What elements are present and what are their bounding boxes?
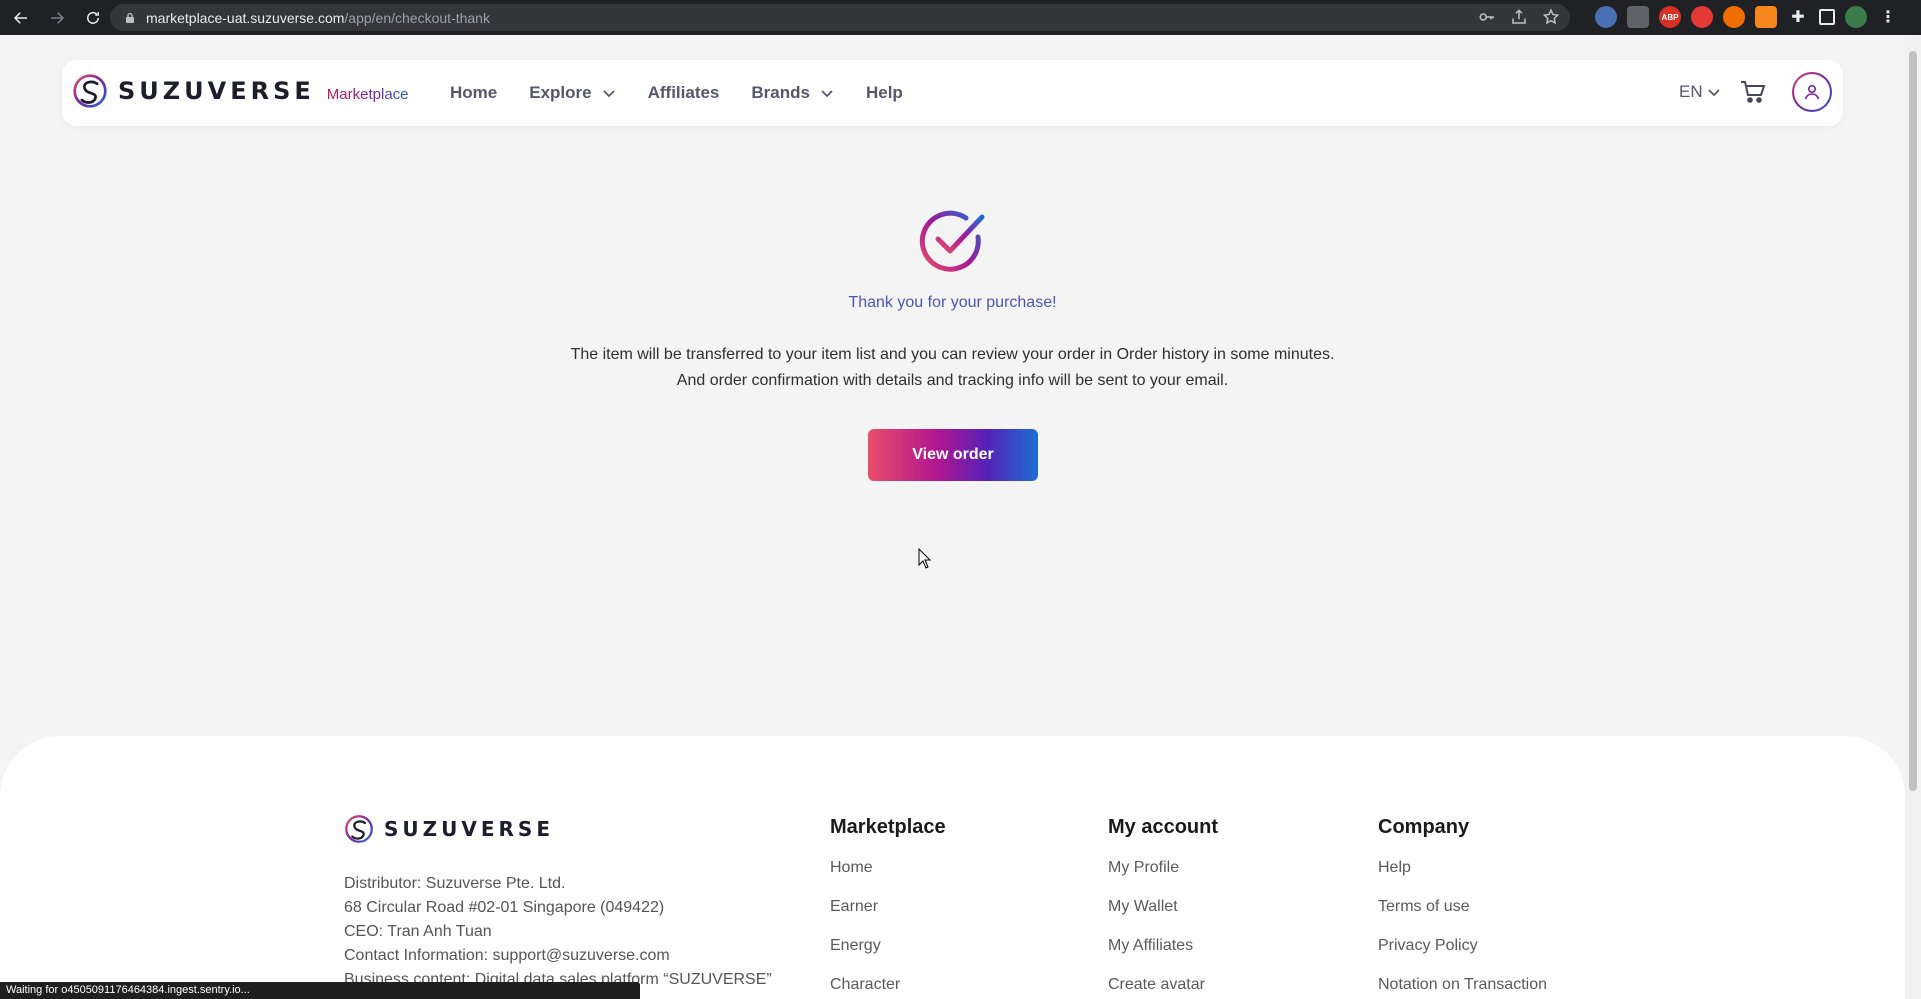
user-avatar-button[interactable]: [1792, 72, 1832, 112]
view-order-button[interactable]: View order: [868, 429, 1038, 481]
footer-column-title: Company: [1378, 816, 1470, 838]
footer-link-character[interactable]: Character: [830, 976, 946, 999]
url-host: marketplace-uat.suzuverse.com: [146, 9, 345, 26]
key-icon[interactable]: [1478, 8, 1496, 26]
footer-link-help[interactable]: Help: [1378, 859, 1547, 898]
nav-brands[interactable]: Brands: [751, 83, 834, 103]
nav-explore[interactable]: Explore: [529, 83, 615, 103]
lock-icon: [126, 12, 134, 23]
company-address: 68 Circular Road #02-01 Singapore (04942…: [344, 899, 665, 916]
menu-icon[interactable]: ⋮: [1877, 6, 1899, 28]
extension-1-icon[interactable]: [1595, 6, 1617, 28]
chevron-down-icon: [821, 90, 833, 98]
star-icon[interactable]: [1542, 8, 1560, 26]
sidebar-icon[interactable]: [1819, 9, 1835, 25]
main-nav: Home Explore Affiliates Brands Help: [450, 60, 903, 126]
site-footer: SUZUVERSE Distributor: Suzuverse Pte. Lt…: [0, 736, 1905, 999]
company-contact: Contact Information: support@suzuverse.c…: [344, 947, 670, 964]
footer-column-title: Marketplace: [830, 816, 946, 838]
footer-column-my-account: My account My Profile My Wallet My Affil…: [1108, 816, 1218, 999]
footer-logo-text: SUZUVERSE: [384, 817, 554, 841]
footer-link-energy[interactable]: Energy: [830, 937, 946, 976]
site-logo[interactable]: SUZUVERSE Marketplace: [72, 73, 409, 109]
user-icon: [1804, 84, 1820, 100]
scrollbar-thumb[interactable]: [1909, 51, 1917, 791]
extension-red-icon[interactable]: [1691, 6, 1713, 28]
company-distributor: Distributor: Suzuverse Pte. Ltd.: [344, 875, 566, 892]
site-header: SUZUVERSE Marketplace Home Explore Affil…: [62, 60, 1843, 126]
extension-qr-icon[interactable]: [1627, 6, 1649, 28]
metamask-icon[interactable]: [1755, 6, 1777, 28]
nav-help[interactable]: Help: [866, 83, 903, 103]
puzzle-icon[interactable]: ✚: [1787, 6, 1809, 28]
suzuverse-logo-icon: [345, 815, 373, 843]
profile-icon[interactable]: [1845, 6, 1867, 28]
nav-brands-label: Brands: [751, 83, 810, 102]
footer-link-notation[interactable]: Notation on Transaction: [1378, 976, 1547, 999]
language-label: EN: [1679, 82, 1703, 101]
share-icon[interactable]: [1510, 8, 1528, 26]
browser-toolbar: marketplace-uat.suzuverse.com/app/en/che…: [0, 0, 1921, 35]
footer-logo[interactable]: SUZUVERSE: [344, 814, 554, 844]
url-path: /app/en/checkout-thank: [344, 9, 490, 26]
footer-link-my-wallet[interactable]: My Wallet: [1108, 898, 1218, 937]
company-info: Distributor: Suzuverse Pte. Ltd. 68 Circ…: [344, 872, 772, 992]
chevron-down-icon: [1707, 89, 1720, 97]
logo-text: SUZUVERSE: [118, 77, 315, 105]
footer-link-my-affiliates[interactable]: My Affiliates: [1108, 937, 1218, 976]
company-ceo: CEO: Tran Anh Tuan: [344, 923, 492, 940]
footer-column-title: My account: [1108, 816, 1219, 838]
chevron-down-icon: [602, 90, 615, 98]
footer-link-create-avatar[interactable]: Create avatar: [1108, 976, 1218, 999]
footer-link-my-profile[interactable]: My Profile: [1108, 859, 1218, 898]
nav-home[interactable]: Home: [450, 83, 497, 103]
footer-link-privacy[interactable]: Privacy Policy: [1378, 937, 1547, 976]
nav-explore-label: Explore: [529, 83, 592, 102]
nav-affiliates[interactable]: Affiliates: [648, 83, 720, 103]
extension-orange-icon[interactable]: [1723, 6, 1745, 28]
reload-icon[interactable]: [78, 3, 108, 33]
browser-status-bar: Waiting for o4505091176464384.ingest.sen…: [0, 982, 640, 999]
cart-icon[interactable]: [1740, 80, 1766, 104]
mouse-cursor-icon: [918, 548, 932, 569]
footer-column-company: Company Help Terms of use Privacy Policy…: [1378, 816, 1547, 999]
language-selector[interactable]: EN: [1679, 82, 1721, 102]
page-scrollbar[interactable]: [1905, 35, 1921, 999]
success-check-icon: [919, 210, 985, 272]
confirmation-message-line1: The item will be transferred to your ite…: [570, 346, 1335, 363]
footer-link-terms[interactable]: Terms of use: [1378, 898, 1547, 937]
forward-icon[interactable]: [42, 3, 72, 33]
back-icon[interactable]: [6, 3, 36, 33]
footer-column-marketplace: Marketplace Home Earner Energy Character: [830, 816, 946, 999]
suzuverse-logo-icon: [73, 74, 107, 108]
logo-subtitle: Marketplace: [326, 85, 409, 103]
footer-link-earner[interactable]: Earner: [830, 898, 946, 937]
footer-link-home[interactable]: Home: [830, 859, 946, 898]
address-bar[interactable]: marketplace-uat.suzuverse.com/app/en/che…: [110, 4, 1570, 31]
confirmation-message-line2: And order confirmation with details and …: [676, 372, 1229, 389]
adblock-icon[interactable]: ABP: [1659, 6, 1681, 28]
thank-you-heading: Thank you for your purchase!: [848, 294, 1057, 311]
